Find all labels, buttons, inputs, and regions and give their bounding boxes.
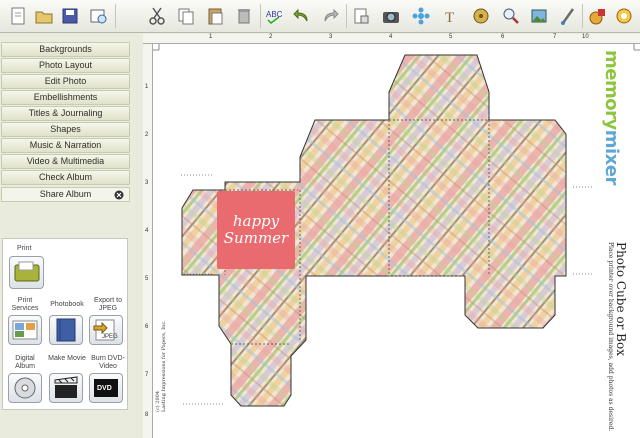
brand-mixer: mixer [601,129,622,185]
category-titles-journaling[interactable]: Titles & Journaling [1,106,130,121]
photobook-icon [56,318,76,342]
brand-memory: memory [601,50,622,130]
ruler-number: 3 [329,34,333,40]
ruler-number: 5 [145,276,149,282]
export-jpeg-icon: JPEG [93,319,118,341]
ruler-number: 1 [145,84,149,90]
ruler-number: 4 [145,228,149,234]
ruler-number: 4 [389,34,393,40]
open-icon[interactable] [32,4,56,28]
ruler-number: 6 [145,324,149,330]
print-services-button[interactable] [8,315,42,345]
make-movie-button[interactable] [49,373,83,403]
camera-icon[interactable] [379,4,403,28]
category-shapes[interactable]: Shapes [1,122,130,137]
text-tool-icon[interactable]: T [439,4,463,28]
cd-icon [14,377,36,399]
svg-text:T: T [445,10,454,26]
sidebar: Backgrounds Photo Layout Edit Photo Embe… [0,34,140,438]
copyright-note: (c) 2004 Lasting Impressions for Papers,… [155,302,169,412]
undo-icon[interactable] [290,4,314,28]
sticker-line-1: happy [232,212,280,230]
digital-album-button[interactable] [8,373,42,403]
photo-edit-icon[interactable] [527,4,551,28]
print-button[interactable] [9,256,44,289]
happy-summer-sticker[interactable]: happy Summer [217,191,295,269]
burn-dvd-label: Burn DVD-Video [91,355,125,370]
horizontal-ruler: 1 2 3 4 5 6 7 10 [143,34,640,44]
ruler-number: 6 [501,34,505,40]
print-services-label: Print Services [11,297,39,312]
ruler-number: 1 [209,34,213,40]
ruler-number: 3 [145,180,149,186]
zoom-icon[interactable] [499,4,523,28]
cut-icon[interactable] [145,4,169,28]
photobook-label: Photobook [50,301,84,308]
category-embellishments[interactable]: Embellishments [1,90,130,105]
export-jpeg-button[interactable]: JPEG [89,315,123,345]
toolbar: ABC T [0,0,640,33]
print-label: Print [17,245,32,252]
paste-icon[interactable] [203,4,227,28]
ruler-number: 7 [145,372,149,378]
template-subtitle: Place printer over background images, ad… [607,242,614,432]
share-album-panel: Print Print Services Photobook Export to… [2,238,128,410]
redo-icon[interactable] [318,4,342,28]
ruler-number: 7 [553,34,557,40]
category-edit-photo[interactable]: Edit Photo [1,74,130,89]
print-services-icon [12,320,38,340]
ruler-number: 5 [449,34,453,40]
category-share-album-label: Share Album [39,189,92,199]
svg-text:ABC: ABC [266,10,283,19]
copyright-line-2: Lasting Impressions for Papers, Inc. [161,320,167,412]
close-icon[interactable] [114,190,124,200]
ruler-number: 8 [145,412,149,418]
new-page-icon[interactable] [6,4,30,28]
clapperboard-icon [54,376,78,398]
shapes-icon[interactable] [586,4,610,28]
photobook-button[interactable] [49,315,83,345]
ruler-number: 10 [582,34,589,40]
template-title-text: Photo Cube or Box [614,242,628,356]
ruler-number: 2 [269,34,273,40]
digital-album-label: Digital Album [15,355,35,370]
category-backgrounds[interactable]: Backgrounds [1,42,130,57]
page-setup-icon[interactable] [349,4,373,28]
delete-icon[interactable] [232,4,256,28]
save-icon[interactable] [58,4,82,28]
vertical-ruler: 1 2 3 4 5 6 7 8 [143,44,153,438]
print-preview-icon[interactable] [86,4,110,28]
effects-icon[interactable] [409,4,433,28]
print-icon [14,261,39,281]
sticker-line-2: Summer [223,229,289,247]
svg-text:JPEG: JPEG [102,334,118,340]
copy-icon[interactable] [174,4,198,28]
scrapbook-page-canvas[interactable]: happy Summer memorymixer Photo Cube or B… [153,44,640,438]
svg-text:DVD: DVD [97,385,112,392]
category-share-album[interactable]: Share Album [1,187,130,202]
film-icon[interactable] [469,4,493,28]
burn-dvd-button[interactable]: DVD [89,373,123,403]
category-music-narration[interactable]: Music & Narration [1,138,130,153]
spell-check-icon[interactable]: ABC [262,4,286,28]
export-jpeg-label: Export to JPEG [93,297,122,312]
help-icon[interactable] [612,4,636,28]
template-title: Photo Cube or Box Place printer over bac… [599,242,629,431]
category-video-multimedia[interactable]: Video & Multimedia [1,154,130,169]
memory-mixer-logo: memorymixer [601,50,624,200]
dvd-icon: DVD [94,379,118,397]
ruler-number: 2 [145,132,149,138]
category-check-album[interactable]: Check Album [1,170,130,185]
make-movie-label: Make Movie [48,355,86,362]
category-photo-layout[interactable]: Photo Layout [1,58,130,73]
brush-icon[interactable] [556,4,580,28]
